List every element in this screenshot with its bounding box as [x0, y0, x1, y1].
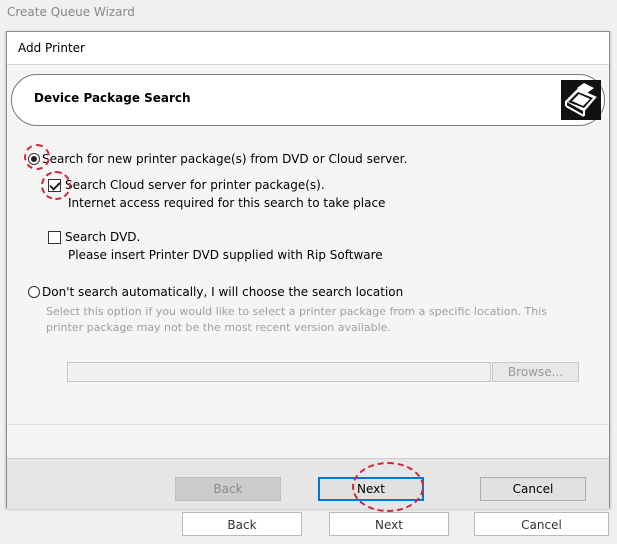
search-location-field[interactable] — [67, 362, 491, 382]
background-next-button[interactable]: Next — [329, 512, 449, 536]
manual-search-radio[interactable]: Don't search automatically, I will choos… — [28, 285, 403, 299]
add-printer-dialog: Add Printer Device Package Search Search… — [6, 31, 610, 512]
background-cancel-button[interactable]: Cancel — [474, 512, 609, 536]
window-title: Create Queue Wizard — [7, 5, 135, 19]
manual-search-hint: Select this option if you would like to … — [46, 305, 548, 334]
search-new-radio[interactable]: Search for new printer package(s) from D… — [28, 152, 407, 166]
header-banner: Device Package Search — [11, 74, 605, 126]
browse-button[interactable]: Browse... — [492, 362, 579, 382]
printer-icon — [561, 80, 601, 120]
search-cloud-note: Internet access required for this search… — [68, 196, 386, 210]
search-dvd-note: Please insert Printer DVD supplied with … — [68, 248, 383, 262]
next-button[interactable]: Next — [318, 477, 424, 501]
background-back-button[interactable]: Back — [182, 512, 302, 536]
search-dvd-check-box[interactable] — [48, 230, 61, 244]
back-button[interactable]: Back — [175, 477, 281, 501]
manual-search-radio-button[interactable] — [28, 286, 40, 298]
search-new-radio-button[interactable] — [28, 153, 40, 165]
search-cloud-check-box[interactable] — [48, 178, 61, 192]
search-cloud-label: Search Cloud server for printer package(… — [65, 178, 325, 192]
search-dvd-checkbox[interactable]: Search DVD. — [48, 230, 140, 244]
dialog-title: Add Printer — [18, 41, 85, 55]
search-dvd-label: Search DVD. — [65, 230, 141, 244]
divider — [7, 424, 609, 425]
header-title: Device Package Search — [34, 91, 191, 105]
search-new-label: Search for new printer package(s) from D… — [42, 152, 408, 166]
search-cloud-checkbox[interactable]: Search Cloud server for printer package(… — [48, 178, 325, 192]
dialog-titlebar: Add Printer — [7, 32, 609, 65]
manual-search-label: Don't search automatically, I will choos… — [42, 285, 404, 299]
cancel-button[interactable]: Cancel — [480, 477, 586, 501]
